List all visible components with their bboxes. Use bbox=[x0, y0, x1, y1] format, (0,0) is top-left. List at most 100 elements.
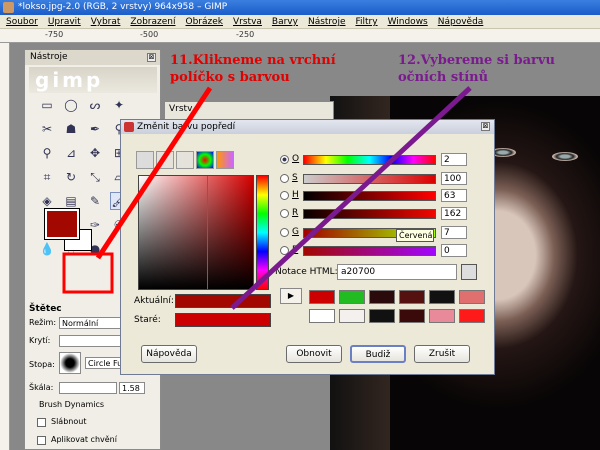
green-radio[interactable] bbox=[280, 228, 289, 237]
history-color-swatch[interactable] bbox=[429, 290, 455, 304]
jitter-checkbox[interactable] bbox=[37, 436, 46, 445]
menu-napoveda[interactable]: Nápověda bbox=[438, 15, 484, 28]
paths-icon[interactable]: ✒ bbox=[86, 120, 104, 138]
history-color-swatch[interactable] bbox=[369, 309, 395, 323]
blue-value[interactable]: 0 bbox=[441, 244, 467, 257]
menu-filtry[interactable]: Filtry bbox=[355, 15, 377, 28]
history-color-swatch[interactable] bbox=[399, 290, 425, 304]
toolbox-close-button[interactable]: ⊠ bbox=[147, 53, 156, 62]
brush-dynamics-expander[interactable]: Brush Dynamics bbox=[39, 398, 104, 412]
value-value[interactable]: 63 bbox=[441, 189, 467, 202]
menu-soubor[interactable]: Soubor bbox=[6, 15, 38, 28]
help-button[interactable]: Nápověda bbox=[141, 345, 197, 363]
cancel-button[interactable]: Zrušit bbox=[414, 345, 470, 363]
rect-select-icon[interactable]: ▭ bbox=[38, 96, 56, 114]
brush-preview[interactable] bbox=[59, 352, 81, 374]
blue-radio[interactable] bbox=[280, 246, 289, 255]
hue-radio[interactable] bbox=[280, 155, 289, 164]
menu-upravit[interactable]: Upravit bbox=[48, 15, 81, 28]
blur-icon[interactable]: 💧 bbox=[38, 240, 56, 258]
dialog-close-button[interactable]: ⊠ bbox=[481, 122, 490, 131]
menu-vrstva[interactable]: Vrstva bbox=[233, 15, 262, 28]
hue-value[interactable]: 2 bbox=[441, 153, 467, 166]
annotation-step-11: 11.Klikneme na vrchní políčko s barvou bbox=[170, 53, 336, 85]
watercolor-selector-tab[interactable] bbox=[216, 151, 234, 169]
history-color-swatch[interactable] bbox=[459, 290, 485, 304]
menu-bar: Soubor Upravit Vybrat Zobrazení Obrázek … bbox=[0, 15, 600, 29]
ellipse-select-icon[interactable]: ◯ bbox=[62, 96, 80, 114]
red-slider[interactable] bbox=[303, 209, 436, 219]
pencil-icon[interactable]: ✎ bbox=[86, 192, 104, 210]
ok-button[interactable]: Budiž bbox=[350, 345, 406, 363]
hex-notation-label: Notace HTML: bbox=[275, 267, 338, 277]
history-color-swatch[interactable] bbox=[309, 290, 335, 304]
menu-windows[interactable]: Windows bbox=[388, 15, 428, 28]
gimp-logo: gimp bbox=[29, 67, 157, 93]
menu-vybrat[interactable]: Vybrat bbox=[91, 15, 121, 28]
history-color-swatch[interactable] bbox=[339, 290, 365, 304]
value-slider[interactable] bbox=[303, 191, 436, 201]
channel-row-red: R 162 bbox=[280, 207, 470, 221]
history-color-swatch[interactable] bbox=[399, 309, 425, 323]
wheel-selector-tab[interactable] bbox=[196, 151, 214, 169]
add-to-history-arrow-icon[interactable]: ▶ bbox=[280, 288, 302, 304]
ruler-tick: -250 bbox=[236, 30, 255, 39]
hue-strip[interactable] bbox=[256, 175, 269, 290]
horizontal-ruler[interactable]: -750 -500 -250 bbox=[0, 29, 600, 43]
history-color-swatch[interactable] bbox=[309, 309, 335, 323]
value-label: H bbox=[292, 190, 299, 200]
menu-nastroje[interactable]: Nástroje bbox=[308, 15, 346, 28]
measure-icon[interactable]: ⊿ bbox=[62, 144, 80, 162]
gimp-selector-tab[interactable] bbox=[136, 151, 154, 169]
fuzzy-select-icon[interactable]: ✦ bbox=[110, 96, 128, 114]
history-color-swatch[interactable] bbox=[369, 290, 395, 304]
scale-slider[interactable] bbox=[59, 382, 117, 394]
channel-row-saturation: S 100 bbox=[280, 172, 470, 186]
scissors-icon[interactable]: ✂ bbox=[38, 120, 56, 138]
menu-obrazek[interactable]: Obrázek bbox=[186, 15, 224, 28]
menu-zobrazeni[interactable]: Zobrazení bbox=[130, 15, 175, 28]
saturation-value-picker[interactable] bbox=[138, 175, 254, 290]
blue-slider[interactable] bbox=[303, 246, 436, 256]
scale-icon[interactable]: ⤡ bbox=[86, 168, 104, 186]
history-color-swatch[interactable] bbox=[429, 309, 455, 323]
saturation-value[interactable]: 100 bbox=[441, 172, 467, 185]
bucket-fill-icon[interactable]: ◈ bbox=[38, 192, 56, 210]
dialog-color-icon bbox=[124, 122, 134, 132]
cmyk-selector-tab[interactable] bbox=[156, 151, 174, 169]
crop-icon[interactable]: ⌗ bbox=[38, 168, 56, 186]
scale-label: Škála: bbox=[29, 383, 54, 392]
mode-select[interactable]: Normální bbox=[59, 317, 121, 329]
move-icon[interactable]: ✥ bbox=[86, 144, 104, 162]
mode-label: Režim: bbox=[29, 318, 57, 327]
hex-notation-input[interactable]: a20700 bbox=[337, 264, 457, 280]
triangle-selector-tab[interactable] bbox=[176, 151, 194, 169]
scale-value[interactable]: 1.58 bbox=[119, 382, 145, 394]
value-radio[interactable] bbox=[280, 191, 289, 200]
red-value[interactable]: 162 bbox=[441, 207, 467, 220]
vertical-ruler[interactable] bbox=[0, 43, 10, 450]
hue-label: O bbox=[292, 154, 300, 164]
channel-row-value: H 63 bbox=[280, 189, 470, 203]
saturation-slider[interactable] bbox=[303, 174, 436, 184]
hue-slider[interactable] bbox=[303, 155, 436, 165]
eyedropper-icon[interactable] bbox=[461, 264, 477, 280]
picker-crosshair bbox=[207, 176, 208, 289]
green-label: G bbox=[292, 227, 299, 237]
reset-button[interactable]: Obnovit bbox=[286, 345, 342, 363]
green-value[interactable]: 7 bbox=[441, 226, 467, 239]
menu-barvy[interactable]: Barvy bbox=[272, 15, 298, 28]
foreground-color-swatch[interactable] bbox=[44, 208, 80, 240]
red-radio[interactable] bbox=[280, 209, 289, 218]
zoom-icon[interactable]: ⚲ bbox=[38, 144, 56, 162]
rotate-icon[interactable]: ↻ bbox=[62, 168, 80, 186]
blend-icon[interactable]: ▤ bbox=[62, 192, 80, 210]
fade-checkbox[interactable] bbox=[37, 418, 46, 427]
saturation-radio[interactable] bbox=[280, 174, 289, 183]
history-color-swatch[interactable] bbox=[459, 309, 485, 323]
history-color-swatch[interactable] bbox=[339, 309, 365, 323]
current-color-label: Aktuální: bbox=[134, 296, 174, 306]
lasso-icon[interactable]: ᔕ bbox=[86, 96, 104, 114]
foreground-select-icon[interactable]: ☗ bbox=[62, 120, 80, 138]
channel-tooltip: Červená bbox=[396, 229, 434, 242]
